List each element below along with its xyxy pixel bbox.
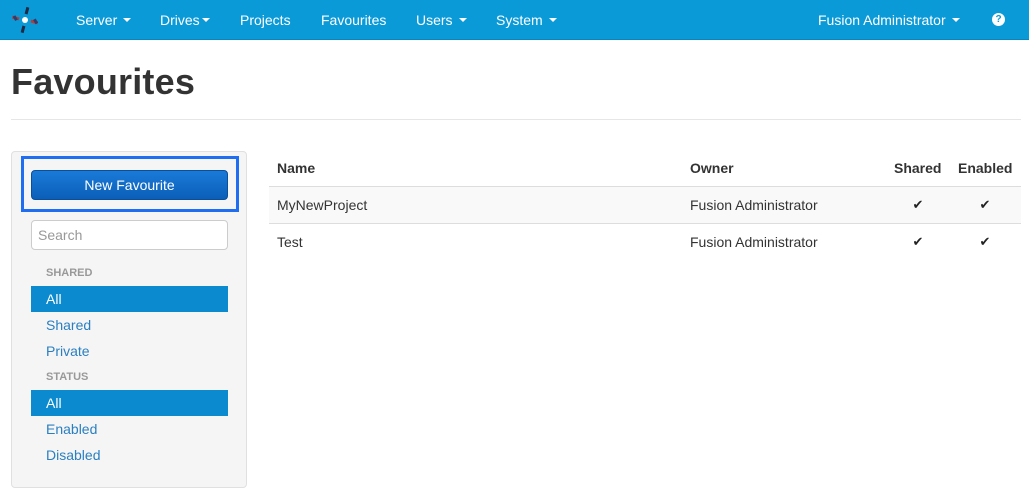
shared-filter-shared[interactable]: Shared (31, 312, 228, 338)
table-row[interactable]: MyNewProject Fusion Administrator ✔ ✔ (269, 186, 1021, 223)
favourite-owner: Fusion Administrator (690, 197, 818, 213)
filter-sidebar: New Favourite SHARED All Shared Private … (11, 151, 247, 488)
nav-users-label: Users (416, 12, 453, 28)
favourite-name[interactable]: Test (277, 224, 303, 260)
nav-system-label: System (496, 12, 543, 28)
favourite-name[interactable]: MyNewProject (277, 187, 367, 223)
table-row[interactable]: Test Fusion Administrator ✔ ✔ (269, 223, 1021, 260)
user-menu-label: Fusion Administrator (818, 12, 946, 28)
user-menu[interactable]: Fusion Administrator (818, 0, 960, 40)
caret-down-icon (548, 18, 557, 23)
page-title: Favourites (11, 61, 196, 102)
nav-drives[interactable]: Drives (160, 0, 210, 40)
enabled-check-icon: ✔ (979, 197, 991, 212)
status-filter-all[interactable]: All (31, 390, 228, 416)
column-header-name[interactable]: Name (277, 160, 315, 176)
nav-system[interactable]: System (496, 0, 557, 40)
status-filter-disabled[interactable]: Disabled (31, 442, 228, 468)
app-logo-icon[interactable] (10, 5, 40, 35)
nav-drives-label: Drives (160, 12, 200, 28)
shared-check-icon: ✔ (912, 197, 924, 212)
column-header-owner[interactable]: Owner (690, 160, 734, 176)
help-icon[interactable]: ? (992, 13, 1005, 26)
nav-projects[interactable]: Projects (240, 0, 291, 40)
caret-down-icon (951, 18, 960, 23)
top-navbar: Server Drives Projects Favourites Users … (0, 0, 1029, 40)
nav-projects-label: Projects (240, 12, 291, 28)
column-header-enabled[interactable]: Enabled (958, 160, 1012, 176)
shared-filter-private[interactable]: Private (31, 338, 228, 364)
nav-server-label: Server (76, 12, 118, 28)
nav-favourites-label: Favourites (321, 12, 387, 28)
search-input[interactable] (31, 220, 228, 250)
nav-favourites[interactable]: Favourites (321, 0, 386, 40)
shared-filter-all[interactable]: All (31, 286, 228, 312)
caret-down-icon (123, 18, 132, 23)
column-header-shared[interactable]: Shared (894, 160, 941, 176)
shared-filter-header: SHARED (46, 267, 93, 279)
new-favourite-button[interactable]: New Favourite (31, 170, 228, 200)
nav-users[interactable]: Users (416, 0, 467, 40)
enabled-check-icon: ✔ (979, 234, 991, 249)
caret-down-icon (201, 18, 210, 23)
status-filter-enabled[interactable]: Enabled (31, 416, 228, 442)
favourite-owner: Fusion Administrator (690, 234, 818, 250)
nav-server[interactable]: Server (76, 0, 132, 40)
status-filter-header: STATUS (46, 371, 89, 383)
caret-down-icon (458, 18, 467, 23)
shared-check-icon: ✔ (912, 234, 924, 249)
header-divider (11, 119, 1021, 120)
